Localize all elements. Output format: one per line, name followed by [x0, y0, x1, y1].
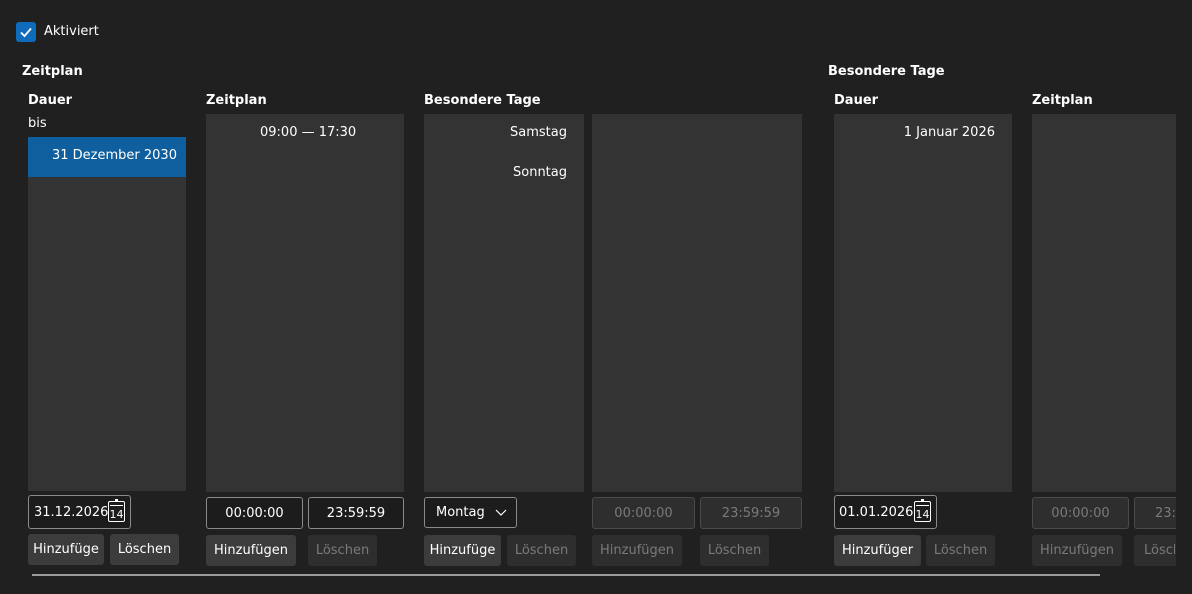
besondere-tage-delete-button[interactable]: Löschen [507, 535, 576, 566]
checkmark-icon [20, 27, 32, 38]
besondere-dauer-title: Dauer [834, 93, 879, 108]
besondere-dauer-add-button[interactable]: Hinzufüger [834, 535, 921, 566]
besondere-tage-item-sonntag[interactable]: Sonntag [513, 165, 567, 180]
section-title-besondere-tage: Besondere Tage [828, 64, 945, 79]
dauer-date-value: 31.12.2026 [34, 504, 109, 520]
dauer-add-button[interactable]: Hinzufüge [28, 534, 104, 565]
zeitplan-list-item[interactable]: 09:00 — 17:30 [260, 125, 356, 140]
dauer-date-picker[interactable]: 31.12.2026 14 [28, 495, 131, 529]
besondere-dauer-list-item[interactable]: 1 Januar 2026 [904, 125, 995, 140]
special-to-time[interactable]: 23:59:59 [700, 497, 802, 529]
besondere-tage-list[interactable]: Samstag Sonntag [424, 114, 584, 492]
besondere-zeitplan-title: Zeitplan [1032, 93, 1093, 108]
besondere-zeitplan-to-time[interactable]: 23: [1134, 497, 1176, 529]
zeitplan-title: Zeitplan [206, 93, 267, 108]
besondere-zeitplan-delete-button[interactable]: Lösch [1134, 535, 1176, 566]
calendar-icon-day: 14 [109, 508, 124, 521]
zeitplan-to-time[interactable]: 23:59:59 [308, 497, 404, 529]
besondere-dauer-delete-button[interactable]: Löschen [926, 535, 995, 566]
special-from-time[interactable]: 00:00:00 [592, 497, 695, 529]
horizontal-scrollbar[interactable] [32, 574, 1100, 576]
calendar-icon-day: 14 [915, 508, 930, 521]
dauer-title: Dauer [28, 93, 73, 108]
besondere-zeitplan-from-time[interactable]: 00:00:00 [1032, 497, 1129, 529]
special-delete-button[interactable]: Löschen [700, 535, 769, 566]
besondere-tage-add-button[interactable]: Hinzufüge [424, 535, 501, 566]
dauer-delete-button[interactable]: Löschen [110, 534, 179, 565]
besondere-zeitplan-list[interactable] [1032, 114, 1176, 492]
calendar-icon[interactable]: 14 [108, 499, 125, 522]
enabled-label: Aktiviert [44, 24, 99, 39]
enabled-checkbox[interactable] [16, 22, 36, 42]
dauer-list[interactable]: 31 Dezember 2030 [28, 137, 186, 491]
section-title-zeitplan: Zeitplan [22, 64, 83, 79]
dauer-range-label: bis [28, 116, 47, 131]
special-add-button[interactable]: Hinzufügen [592, 535, 682, 566]
dauer-list-item-selected[interactable]: 31 Dezember 2030 [28, 137, 186, 177]
besondere-dauer-date-value: 01.01.2026 [839, 504, 914, 520]
weekday-select[interactable]: Montag [424, 497, 517, 528]
special-times-list[interactable] [592, 114, 802, 492]
zeitplan-add-button[interactable]: Hinzufügen [206, 535, 296, 566]
besondere-dauer-date-picker[interactable]: 01.01.2026 14 [834, 495, 937, 529]
zeitplan-delete-button[interactable]: Löschen [308, 535, 377, 566]
zeitplan-from-time[interactable]: 00:00:00 [206, 497, 303, 529]
besondere-zeitplan-add-button[interactable]: Hinzufügen [1032, 535, 1122, 566]
besondere-tage-item-samstag[interactable]: Samstag [510, 125, 567, 140]
weekday-select-value: Montag [436, 505, 485, 520]
calendar-icon[interactable]: 14 [914, 499, 931, 522]
besondere-tage-title: Besondere Tage [424, 93, 541, 108]
dauer-list-item-label: 31 Dezember 2030 [52, 148, 177, 163]
chevron-down-icon [495, 509, 507, 516]
besondere-dauer-list[interactable]: 1 Januar 2026 [834, 114, 1012, 492]
zeitplan-list[interactable]: 09:00 — 17:30 [206, 114, 404, 492]
